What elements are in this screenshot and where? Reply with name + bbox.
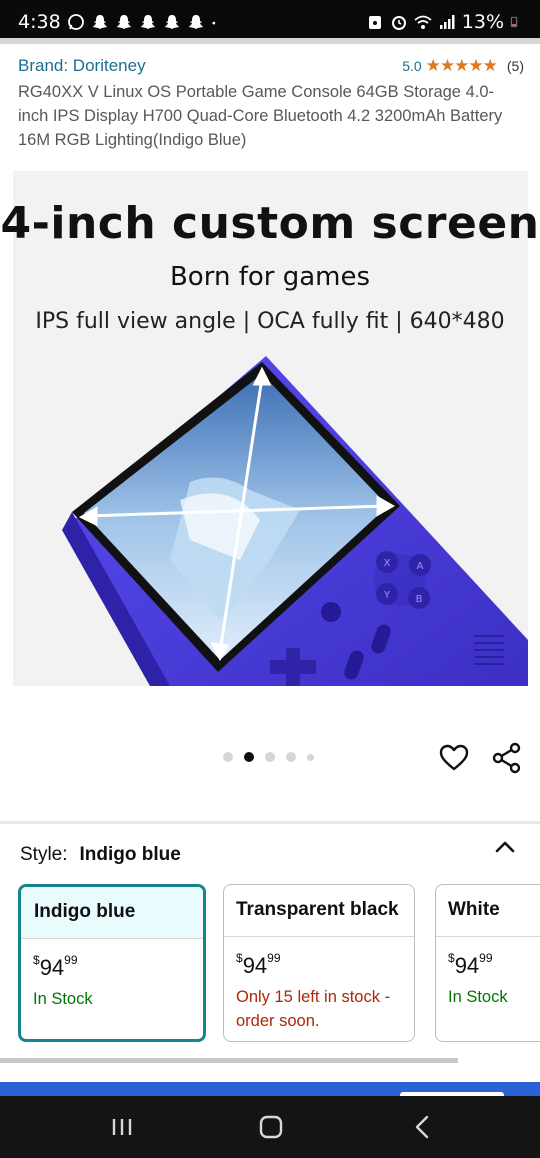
rating-value: 5.0 [402, 58, 422, 74]
battery-low-icon [510, 16, 518, 28]
style-option-card[interactable]: Transparent black $9499 Only 15 left in … [223, 884, 415, 1042]
status-bar-right: 13% [366, 11, 522, 33]
status-bar-left: 4:38 [18, 11, 221, 33]
snapchat-icon [188, 15, 203, 29]
availability-text: In Stock [33, 990, 93, 1008]
carousel-dot[interactable] [265, 752, 275, 762]
hero-headline: 4-inch custom screen [0, 198, 540, 249]
snapchat-icon [92, 15, 107, 29]
hero-spec-line: IPS full view angle | OCA fully fit | 64… [35, 309, 505, 334]
availability-text: In Stock [448, 988, 508, 1006]
style-option-name: Transparent black [224, 885, 414, 937]
recent-apps-icon[interactable] [104, 1111, 140, 1143]
button-x-label: X [384, 558, 391, 569]
snapchat-icon [164, 15, 179, 29]
price-symbol: $ [236, 950, 243, 965]
price-whole: 94 [454, 953, 480, 978]
price-fraction: 99 [64, 952, 78, 967]
hero-subheadline: Born for games [169, 262, 371, 292]
snapchat-icon [116, 15, 131, 29]
clock: 4:38 [18, 11, 61, 33]
price-whole: 94 [39, 955, 65, 980]
brand-rating-row: Brand: Doriteney 5.0 ★★★★★ (5) [18, 54, 524, 78]
wifi-icon [414, 15, 432, 29]
style-option-price: $9499 [436, 937, 540, 979]
price-fraction: 99 [267, 950, 281, 965]
alarm-icon [391, 16, 406, 30]
style-option-name: White [436, 885, 540, 937]
signal-icon [439, 15, 455, 29]
style-selector-header[interactable]: Style: Indigo blue [20, 842, 520, 868]
heart-icon[interactable] [438, 742, 470, 774]
button-a-label: A [417, 561, 424, 572]
style-label: Style: [20, 844, 68, 865]
style-selected-value: Indigo blue [79, 844, 181, 865]
button-b-label: B [416, 594, 423, 605]
rating-count: (5) [506, 58, 524, 74]
button-y-label: Y [383, 590, 391, 601]
lock-icon [368, 16, 381, 29]
style-options-carousel[interactable]: Indigo blue $9499 In Stock Transparent b… [0, 884, 540, 1046]
rating-stars-icon: ★★★★★ [425, 56, 498, 75]
whatsapp-icon [67, 14, 84, 30]
style-option-card[interactable]: Indigo blue $9499 In Stock [18, 884, 206, 1042]
style-option-price: $9499 [21, 939, 203, 981]
notification-dot-icon [212, 21, 215, 25]
style-option-price: $9499 [224, 937, 414, 979]
product-title: RG40XX V Linux OS Portable Game Console … [18, 83, 503, 149]
rating-summary[interactable]: 5.0 ★★★★★ (5) [402, 56, 524, 76]
style-option-name: Indigo blue [21, 887, 203, 939]
price-symbol: $ [448, 950, 455, 965]
brand-link[interactable]: Brand: Doriteney [18, 56, 146, 76]
carousel-dot-active[interactable] [244, 752, 254, 762]
share-icon[interactable] [491, 742, 523, 774]
system-navigation-bar [0, 1096, 540, 1158]
carousel-dot[interactable] [223, 752, 233, 762]
price-whole: 94 [242, 953, 268, 978]
image-carousel-indicator[interactable] [223, 752, 314, 762]
price-symbol: $ [33, 952, 40, 967]
chevron-up-icon[interactable] [494, 836, 516, 858]
price-fraction: 99 [479, 950, 493, 965]
back-icon[interactable] [405, 1111, 441, 1143]
home-icon[interactable] [253, 1111, 289, 1143]
horizontal-scrollbar[interactable] [0, 1058, 458, 1063]
battery-percent: 13% [461, 11, 504, 33]
availability-text: Only 15 left in stock - order soon. [236, 988, 391, 1030]
style-option-card[interactable]: White $9499 In Stock [435, 884, 540, 1042]
carousel-dot[interactable] [307, 753, 314, 761]
snapchat-icon [140, 15, 155, 29]
section-divider [0, 821, 540, 824]
carousel-dot[interactable] [286, 752, 296, 762]
header-separator-gap [0, 44, 540, 47]
